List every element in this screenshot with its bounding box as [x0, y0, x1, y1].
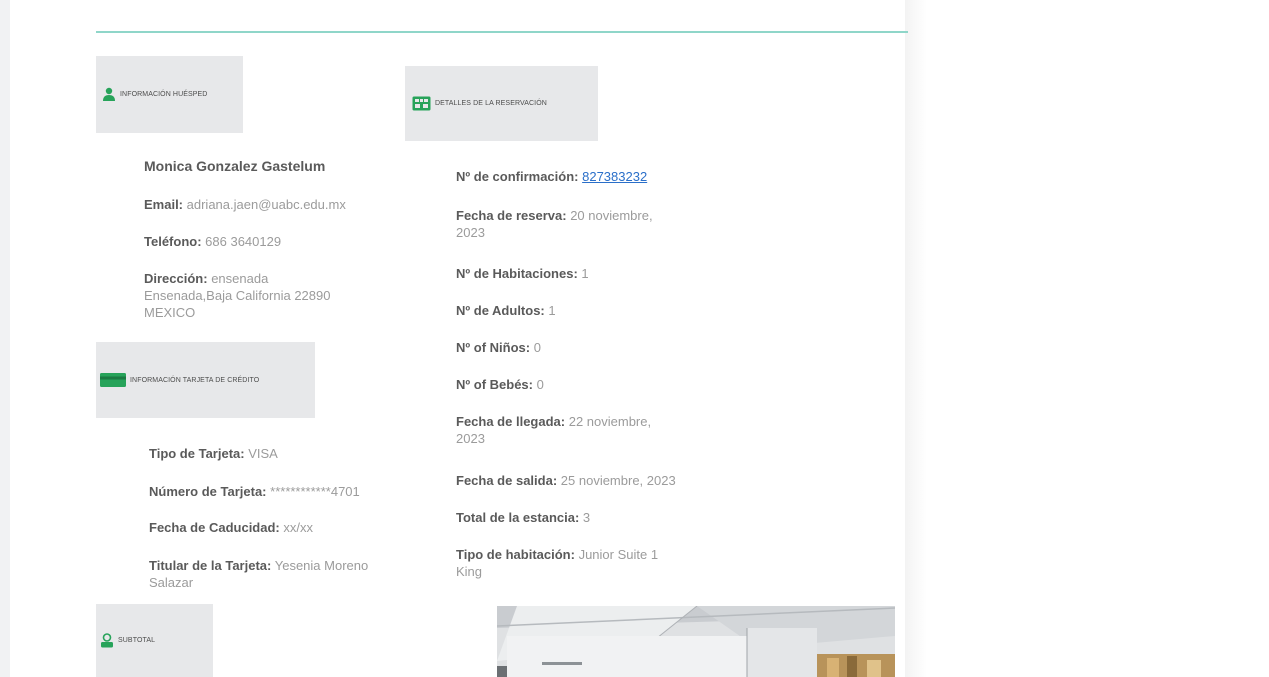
rooms-value: 1 [581, 266, 589, 281]
guest-email-row: Email: adriana.jaen@uabc.edu.mx [144, 196, 346, 213]
rooms-row: Nº de Habitaciones: 1 [456, 265, 589, 282]
reservation-details-title: DETALLES DE LA RESERVACIÓN [435, 100, 547, 107]
booking-date-row: Fecha de reserva: 20 noviembre, 2023 [456, 207, 696, 241]
departure-label: Fecha de salida: [456, 473, 558, 488]
arrival-value-cont: 2023 [456, 431, 485, 446]
address-line2: Ensenada,Baja California 22890 [144, 288, 331, 303]
departure-value: 25 noviembre, 2023 [560, 473, 676, 488]
adults-row: Nº de Adultos: 1 [456, 302, 556, 319]
card-number-label: Número de Tarjeta: [149, 484, 267, 499]
left-margin-strip [0, 0, 10, 677]
children-row: Nº of Niños: 0 [456, 339, 541, 356]
guest-info-header: INFORMACIÓN HUÉSPED [96, 56, 243, 133]
phone-label: Teléfono: [144, 234, 202, 249]
stay-label: Total de la estancia: [456, 510, 580, 525]
room-photo [497, 606, 895, 677]
card-number-value: ************4701 [270, 484, 360, 499]
guest-name: Monica Gonzalez Gastelum [144, 158, 326, 174]
subtotal-title: SUBTOTAL [118, 637, 156, 644]
arrival-value: 22 noviembre, [568, 414, 652, 429]
phone-value: 686 3640129 [205, 234, 282, 249]
card-type-row: Tipo de Tarjeta: VISA [149, 445, 278, 462]
card-info-title: INFORMACIÓN TARJETA DE CRÉDITO [130, 376, 260, 384]
room-type-row: Tipo de habitación: Junior Suite 1 King [456, 546, 716, 580]
babies-row: Nº of Bebés: 0 [456, 376, 544, 393]
room-type-value: Junior Suite 1 [578, 547, 659, 562]
rooms-label: Nº de Habitaciones: [456, 266, 578, 281]
email-label: Email: [144, 197, 184, 212]
hotel-icon [412, 96, 431, 111]
address-line3: MEXICO [144, 305, 196, 320]
booking-date-label: Fecha de reserva: [456, 208, 567, 223]
address-line1: ensenada [211, 271, 269, 286]
adults-label: Nº de Adultos: [456, 303, 545, 318]
guest-address-row: Dirección: ensenada Ensenada,Baja Califo… [144, 270, 384, 321]
stay-value: 3 [582, 510, 591, 525]
booking-date-value: 20 noviembre, [570, 208, 653, 223]
user-icon [100, 633, 114, 648]
guest-info-title: INFORMACIÓN HUÉSPED [120, 91, 208, 98]
card-info-header: INFORMACIÓN TARJETA DE CRÉDITO [96, 342, 315, 418]
arrival-label: Fecha de llegada: [456, 414, 566, 429]
content-edge-shadow [905, 0, 927, 677]
email-value: adriana.jaen@uabc.edu.mx [186, 197, 346, 212]
subtotal-header: SUBTOTAL [96, 604, 213, 677]
booking-date-value-cont: 2023 [456, 225, 485, 240]
card-expiry-row: Fecha de Caducidad: xx/xx [149, 519, 313, 536]
confirmation-row: Nº de confirmación: 827383232 [456, 168, 647, 185]
card-number-row: Número de Tarjeta: ************4701 [149, 483, 360, 500]
card-holder-value: Yesenia Moreno [274, 558, 369, 573]
header-divider [96, 31, 908, 33]
adults-value: 1 [548, 303, 556, 318]
card-holder-row: Titular de la Tarjeta: Yesenia Moreno Sa… [149, 557, 409, 591]
guest-phone-row: Teléfono: 686 3640129 [144, 233, 281, 250]
stay-row: Total de la estancia: 3 [456, 509, 590, 526]
card-type-label: Tipo de Tarjeta: [149, 446, 245, 461]
confirmation-label: Nº de confirmación: [456, 169, 579, 184]
babies-value: 0 [536, 377, 544, 392]
card-expiry-value: xx/xx [283, 520, 313, 535]
card-holder-value-cont: Salazar [149, 575, 194, 590]
arrival-row: Fecha de llegada: 22 noviembre, 2023 [456, 413, 696, 447]
babies-label: Nº of Bebés: [456, 377, 533, 392]
departure-row: Fecha de salida: 25 noviembre, 2023 [456, 472, 676, 489]
confirmation-link[interactable]: 827383232 [582, 169, 647, 184]
card-type-value: VISA [248, 446, 278, 461]
reservation-details-header: DETALLES DE LA RESERVACIÓN [405, 66, 598, 141]
credit-card-icon [100, 373, 126, 387]
children-label: Nº of Niños: [456, 340, 531, 355]
card-holder-label: Titular de la Tarjeta: [149, 558, 272, 573]
children-value: 0 [533, 340, 541, 355]
user-icon [102, 87, 116, 102]
room-type-label: Tipo de habitación: [456, 547, 575, 562]
room-type-value-cont: King [456, 564, 483, 579]
card-expiry-label: Fecha de Caducidad: [149, 520, 280, 535]
address-label: Dirección: [144, 271, 208, 286]
